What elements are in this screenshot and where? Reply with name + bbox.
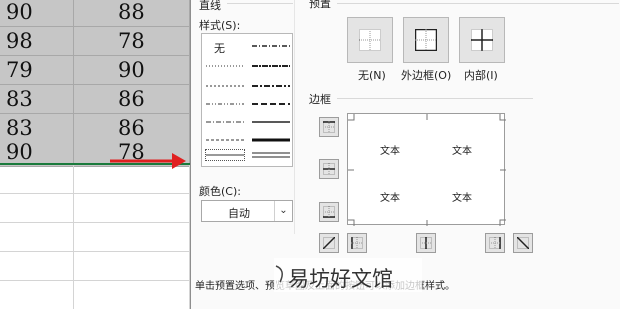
group-divider xyxy=(227,3,293,4)
group-divider xyxy=(337,98,533,99)
chevron-down-icon[interactable]: ⌄ xyxy=(274,201,292,221)
cell[interactable]: 90 xyxy=(0,0,74,27)
panel-divider xyxy=(294,0,295,234)
border-left-button[interactable] xyxy=(347,233,367,253)
red-arrow-icon xyxy=(110,153,186,169)
border-center-button[interactable] xyxy=(416,233,436,253)
style-label: 样式(S): xyxy=(199,19,241,32)
preview-text: 文本 xyxy=(452,146,472,157)
preset-none-icon xyxy=(359,29,381,51)
border-left-icon xyxy=(351,237,363,249)
border-bottom-button[interactable] xyxy=(319,202,339,222)
line-style-list[interactable]: 无 xyxy=(201,33,293,167)
cell[interactable] xyxy=(74,252,190,281)
color-dropdown[interactable]: 自动 ⌄ xyxy=(201,200,293,222)
table-row[interactable]: 90 88 xyxy=(0,0,190,27)
cell-value: 90 xyxy=(6,140,33,164)
diagonal-up-icon xyxy=(323,237,335,249)
color-label: 颜色(C): xyxy=(199,185,241,198)
cell[interactable]: 86 xyxy=(74,85,190,114)
cell[interactable] xyxy=(0,281,74,309)
preview-corner-marks xyxy=(348,114,506,226)
cell-value: 86 xyxy=(118,87,145,111)
preview-text: 文本 xyxy=(452,193,472,204)
cell[interactable]: 88 xyxy=(74,0,190,27)
spreadsheet-area[interactable]: 90 88 98 78 79 90 83 86 83 86 90 78 xyxy=(0,0,190,309)
cell[interactable]: 98 xyxy=(0,27,74,56)
table-row[interactable] xyxy=(0,223,190,252)
border-group-title: 边框 xyxy=(309,93,331,106)
line-group-title: 直线 xyxy=(199,0,221,12)
table-row[interactable]: 83 86 xyxy=(0,85,190,114)
border-vertical-icon xyxy=(420,237,432,249)
preset-none-button[interactable] xyxy=(347,17,393,63)
watermark-text: 易坊好文馆 xyxy=(288,267,393,291)
preset-outline-icon xyxy=(415,29,437,51)
cell-value: 86 xyxy=(118,116,145,140)
cell[interactable] xyxy=(74,223,190,252)
table-row[interactable] xyxy=(0,252,190,281)
line-style-selected[interactable] xyxy=(205,149,245,161)
border-bottom-icon xyxy=(323,206,335,218)
cell[interactable]: 79 xyxy=(0,56,74,85)
group-divider xyxy=(337,3,619,4)
border-top-button[interactable] xyxy=(319,117,339,137)
preset-inside-icon xyxy=(471,29,493,51)
watermark-logo-icon xyxy=(275,265,283,283)
cell[interactable] xyxy=(74,281,190,309)
preset-inside-label: 内部(I) xyxy=(464,69,498,82)
cell[interactable]: 83 xyxy=(0,85,74,114)
line-style-swatches[interactable] xyxy=(202,34,294,168)
cell-value: 90 xyxy=(118,58,145,82)
table-row[interactable]: 98 78 xyxy=(0,27,190,56)
presets-group-title: 预置 xyxy=(309,0,331,10)
cell[interactable] xyxy=(0,165,74,194)
cell-value: 78 xyxy=(118,29,145,53)
cell-value: 83 xyxy=(6,116,33,140)
cell-value: 83 xyxy=(6,87,33,111)
cell[interactable] xyxy=(0,194,74,223)
cell-value: 88 xyxy=(118,0,145,24)
border-top-icon xyxy=(323,121,335,133)
preset-inside-button[interactable] xyxy=(459,17,505,63)
diagonal-down-icon xyxy=(517,237,529,249)
cell-value: 98 xyxy=(6,29,33,53)
table-row[interactable] xyxy=(0,281,190,309)
cell[interactable]: 90 xyxy=(74,56,190,85)
cell-value: 90 xyxy=(6,0,33,24)
cell[interactable] xyxy=(0,252,74,281)
preset-outline-button[interactable] xyxy=(403,17,449,63)
cell[interactable]: 78 xyxy=(74,27,190,56)
border-right-icon xyxy=(489,237,501,249)
preview-text: 文本 xyxy=(380,146,400,157)
cell[interactable] xyxy=(74,194,190,223)
cell-value: 79 xyxy=(6,58,33,82)
border-preview[interactable]: 文本 文本 文本 文本 xyxy=(347,113,506,226)
border-middle-button[interactable] xyxy=(319,159,339,179)
border-horizontal-icon xyxy=(323,163,335,175)
color-value: 自动 xyxy=(228,207,250,220)
table-row[interactable] xyxy=(0,194,190,223)
cell[interactable] xyxy=(0,223,74,252)
preset-outline-label: 外边框(O) xyxy=(401,69,452,82)
table-row[interactable]: 79 90 xyxy=(0,56,190,85)
preset-none-label: 无(N) xyxy=(358,69,386,82)
border-diagonal-up-button[interactable] xyxy=(319,233,339,253)
border-diagonal-down-button[interactable] xyxy=(513,233,533,253)
border-right-button[interactable] xyxy=(485,233,505,253)
preview-text: 文本 xyxy=(380,193,400,204)
